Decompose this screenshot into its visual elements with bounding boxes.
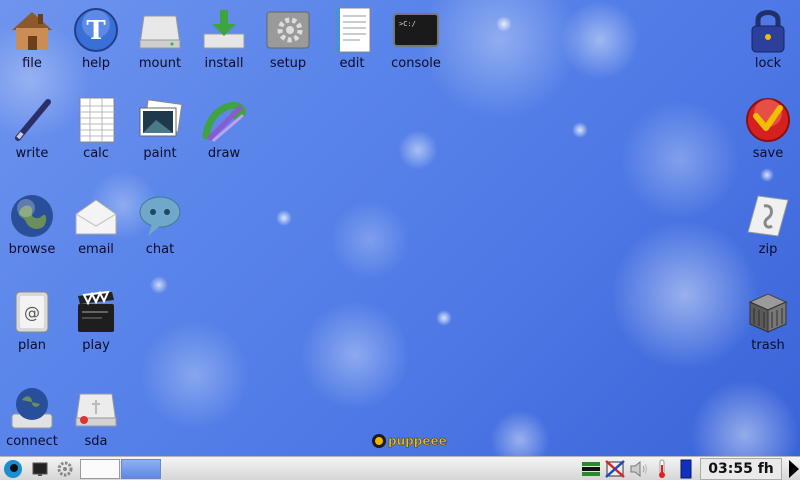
taskbar: 03:55 fh (0, 456, 800, 480)
clapperboard-icon (78, 290, 114, 332)
svg-text:@: @ (24, 303, 40, 322)
icon-label: chat (145, 242, 175, 257)
desktop-icon-mount[interactable]: mount (128, 0, 192, 80)
help-icon: T (74, 8, 118, 52)
desktop-icon-email[interactable]: email (64, 186, 128, 266)
desktop-icon-chat[interactable]: chat (128, 186, 192, 266)
temperature-icon (659, 459, 665, 478)
icon-label: setup (269, 56, 307, 71)
network-globe-icon (11, 388, 53, 429)
icon-label: browse (8, 242, 56, 257)
svg-text:>C:/: >C:/ (399, 20, 416, 28)
desktop-icon-lock[interactable]: lock (736, 0, 800, 80)
logo-text: puppeee (388, 434, 447, 449)
workspace-2[interactable] (121, 459, 161, 479)
usb-drive-icon (75, 393, 117, 427)
firewall-icon (605, 460, 625, 478)
desktop-icon-play[interactable]: play (64, 282, 128, 362)
desktop-icon-calc[interactable]: calc (64, 90, 128, 170)
draw-icon (202, 102, 246, 142)
icon-label: sda (84, 434, 108, 449)
desktop-icon-install[interactable]: install (192, 0, 256, 80)
desktop-icon-console[interactable]: >C:/ console (384, 0, 448, 80)
show-desktop-button[interactable] (30, 459, 52, 479)
photo-icon (139, 99, 183, 137)
desktop-icon-browse[interactable]: browse (0, 186, 64, 266)
battery-tray[interactable] (678, 459, 694, 479)
icon-label: file (22, 56, 42, 71)
icon-label: lock (754, 56, 782, 71)
pen-icon (15, 99, 51, 141)
desktop-icon-plan[interactable]: @ plan (0, 282, 64, 362)
save-check-icon (746, 98, 790, 142)
taskbar-scroll-button[interactable] (786, 459, 800, 479)
workspace-1[interactable] (80, 459, 120, 479)
padlock-icon (751, 10, 785, 53)
icon-label: trash (751, 338, 785, 353)
zip-archive-icon (747, 195, 789, 237)
icon-label: help (81, 56, 111, 71)
icon-label: console (391, 56, 441, 71)
icon-label: write (15, 146, 49, 161)
volume-tray[interactable] (628, 459, 650, 479)
desktop-icon-file[interactable]: file (0, 0, 64, 80)
settings-button[interactable] (54, 459, 76, 479)
address-book-icon: @ (15, 291, 49, 333)
icon-label: zip (758, 242, 778, 257)
spreadsheet-icon (79, 97, 115, 143)
setup-icon (266, 11, 310, 49)
icon-label: paint (143, 146, 177, 161)
icon-label: mount (138, 56, 182, 71)
chat-bubble-icon (139, 196, 181, 236)
desktop-icon-connect[interactable]: connect (0, 378, 64, 456)
icon-label: connect (6, 434, 58, 449)
svg-text:T: T (86, 16, 106, 46)
puppy-logo: puppeee (372, 432, 447, 450)
desktop-icon-save[interactable]: save (736, 90, 800, 170)
icon-label: edit (339, 56, 365, 71)
envelope-icon (75, 199, 117, 235)
desktop-icon-draw[interactable]: draw (192, 90, 256, 170)
battery-icon (680, 459, 692, 479)
icon-label: calc (83, 146, 109, 161)
icon-label: install (204, 56, 244, 71)
icon-label: save (752, 146, 784, 161)
temperature-tray[interactable] (654, 459, 670, 479)
install-icon (203, 10, 245, 49)
desktop-icon-write[interactable]: write (0, 90, 64, 170)
home-folder-icon (12, 12, 52, 50)
drive-icon (139, 15, 181, 49)
desktop: file T help mount install setup edit >C:… (0, 0, 800, 456)
desktop-icon-paint[interactable]: paint (128, 90, 192, 170)
start-menu-button[interactable] (2, 459, 24, 479)
console-icon: >C:/ (393, 13, 439, 47)
trash-bin-icon (748, 293, 788, 333)
icon-label: email (78, 242, 114, 257)
start-menu-icon (4, 460, 22, 478)
network-tray[interactable] (580, 459, 602, 479)
desktop-icon-edit[interactable]: edit (320, 0, 384, 80)
desktop-icon-setup[interactable]: setup (256, 0, 320, 80)
desktop-icon-help[interactable]: T help (64, 0, 128, 80)
triangle-right-icon (789, 460, 799, 478)
volume-icon (630, 460, 647, 478)
icon-label: draw (207, 146, 241, 161)
network-icon (582, 462, 600, 476)
icon-label: play (82, 338, 110, 353)
show-desktop-icon (32, 462, 48, 476)
settings-gear-icon (57, 461, 73, 477)
desktop-icon-zip[interactable]: zip (736, 186, 800, 266)
desktop-icon-trash[interactable]: trash (736, 282, 800, 362)
globe-icon (11, 195, 53, 237)
puppy-logo-icon (372, 434, 386, 448)
firewall-tray[interactable] (604, 459, 626, 479)
clock[interactable]: 03:55 fh (700, 458, 782, 480)
icon-label: plan (17, 338, 47, 353)
desktop-icon-sda[interactable]: sda (64, 378, 128, 456)
text-editor-icon (335, 7, 371, 53)
